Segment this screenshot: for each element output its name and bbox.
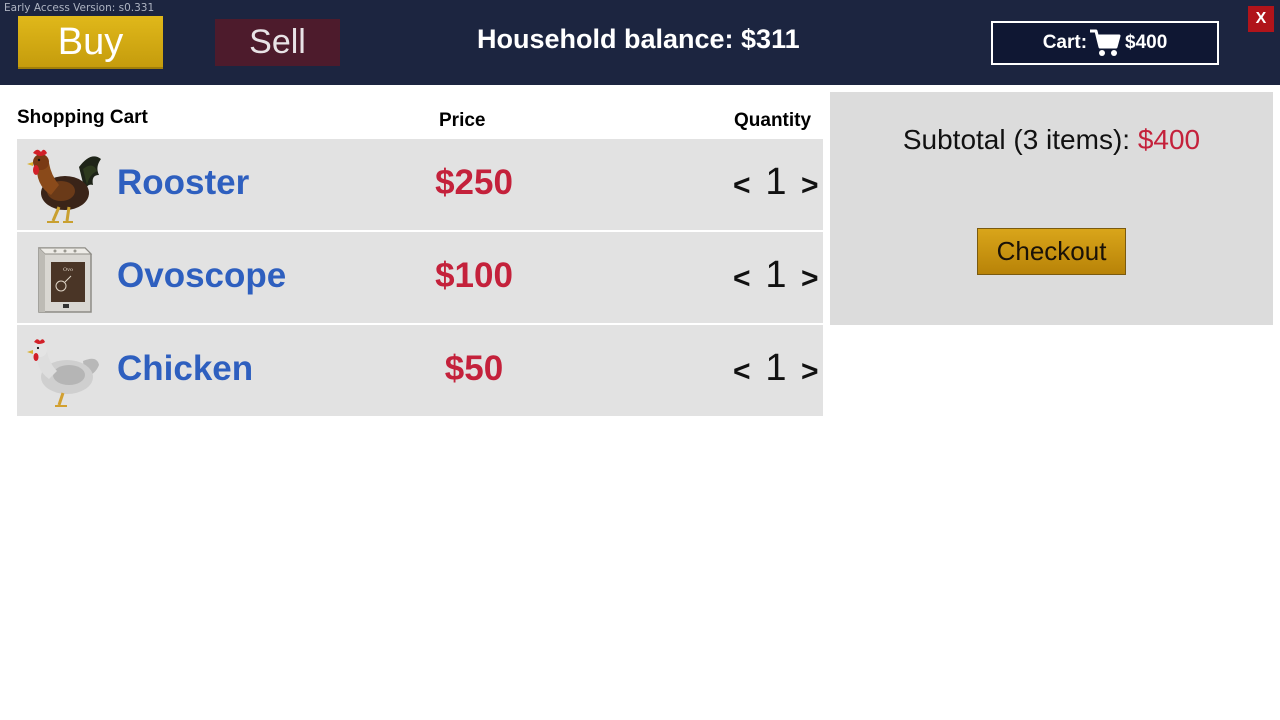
quantity-value: 1 xyxy=(765,161,787,203)
order-summary-panel: Subtotal (3 items): $400 Checkout xyxy=(830,92,1273,325)
item-name: Ovoscope xyxy=(117,256,287,295)
quantity-decrease-button[interactable]: < xyxy=(733,169,751,203)
item-price: $50 xyxy=(444,349,504,388)
quantity-decrease-button[interactable]: < xyxy=(733,355,751,389)
sell-tab[interactable]: Sell xyxy=(215,19,340,66)
shopping-cart-icon xyxy=(1089,28,1121,58)
subtotal-label: Subtotal (3 items): xyxy=(902,124,1138,155)
version-label: Early Access Version: s0.331 xyxy=(4,2,155,14)
quantity-value: 1 xyxy=(765,254,787,296)
cart-row-rooster: Rooster $250 < 1 > xyxy=(17,139,823,230)
cart-row-ovoscope: Ovo Ovoscope $100 < 1 > xyxy=(17,232,823,323)
quantity-value: 1 xyxy=(765,347,787,389)
item-name: Chicken xyxy=(117,349,254,388)
price-column-header: Price xyxy=(439,110,486,131)
chicken-icon xyxy=(25,331,103,411)
cart-total: $400 xyxy=(1125,32,1168,53)
subtotal: Subtotal (3 items): $400 xyxy=(830,124,1273,156)
shopping-cart-title: Shopping Cart xyxy=(17,107,148,128)
quantity-increase-button[interactable]: > xyxy=(801,262,819,296)
household-balance: Household balance: $311 xyxy=(477,24,800,54)
quantity-column-header: Quantity xyxy=(734,110,812,131)
cart-row-chicken: Chicken $50 < 1 > xyxy=(17,325,823,416)
item-price: $100 xyxy=(435,256,513,295)
quantity-increase-button[interactable]: > xyxy=(801,169,819,203)
quantity-increase-button[interactable]: > xyxy=(801,355,819,389)
item-name: Rooster xyxy=(117,163,250,202)
cart-button[interactable]: Cart: $400 xyxy=(991,21,1219,65)
subtotal-value: $400 xyxy=(1137,124,1201,155)
checkout-button[interactable]: Checkout xyxy=(977,228,1126,275)
quantity-decrease-button[interactable]: < xyxy=(733,262,751,296)
top-bar: Early Access Version: s0.331 Buy Sell Ho… xyxy=(0,0,1280,85)
close-button[interactable]: X xyxy=(1248,6,1274,32)
cart-label: Cart: xyxy=(1042,32,1088,53)
svg-text:Ovo: Ovo xyxy=(63,267,73,273)
ovoscope-icon: Ovo xyxy=(25,238,103,318)
rooster-icon xyxy=(25,145,103,225)
item-price: $250 xyxy=(435,163,513,202)
buy-tab[interactable]: Buy xyxy=(18,16,163,69)
